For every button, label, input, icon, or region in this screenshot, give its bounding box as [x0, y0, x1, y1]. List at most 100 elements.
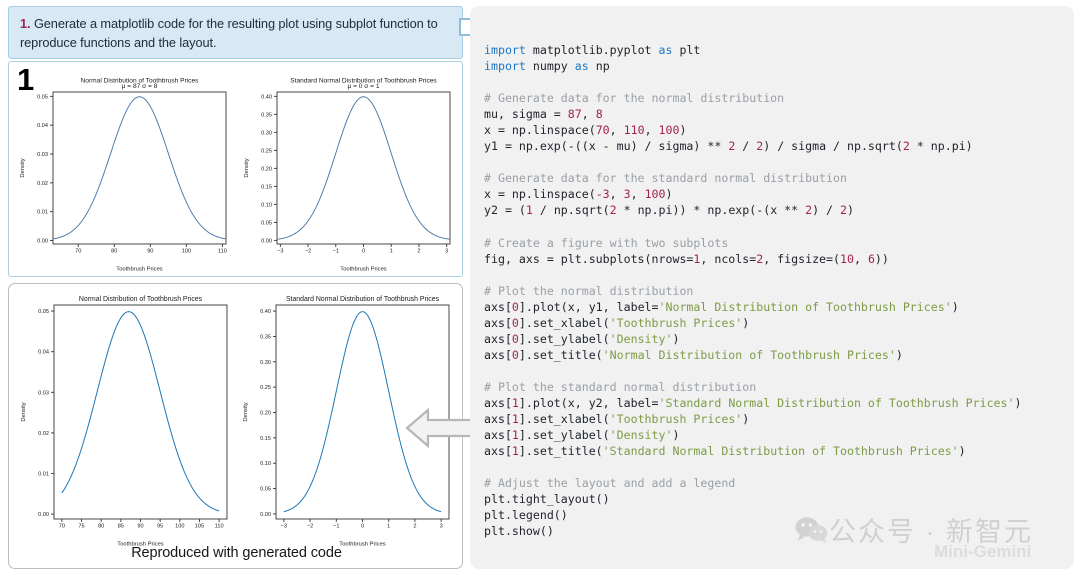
original-figure-panel: 1 70 80 90 100 110 0.00 0.01 0.02 0.03 0.04 0.05 To… [8, 61, 463, 277]
chart-text: 0.04 [38, 350, 49, 356]
chart-text: 110 [215, 524, 224, 530]
code-panel[interactable]: import matplotlib.pyplot as plt import nu… [470, 6, 1074, 569]
chart-frame [52, 91, 227, 245]
chart-text: 0.10 [261, 202, 272, 208]
chart-text: 100 [182, 249, 191, 255]
chart-text: 0.35 [260, 334, 271, 340]
code-line: import matplotlib.pyplot as plt [484, 43, 701, 57]
wechat-icon [795, 517, 828, 543]
code-line: plt.tight_layout() [484, 492, 610, 507]
chart-text: 0.35 [261, 112, 272, 118]
chart-text: 3 [440, 524, 443, 530]
chart-text: 0.03 [38, 390, 49, 396]
code-line: axs[1].set_xlabel('Toothbrush Prices') [484, 412, 750, 427]
prompt-box: 1. Generate a matplotlib code for the re… [8, 6, 463, 59]
chart-text: 0.40 [261, 94, 272, 100]
code-line: axs[1].plot(x, y2, label='Standard Norma… [484, 396, 1022, 411]
chart-text: 1 [387, 524, 390, 530]
code-line: # Generate data for the standard normal … [484, 171, 847, 186]
chart-text: 0.05 [260, 487, 271, 493]
chart-text: 90 [147, 249, 153, 255]
chart-text: 70 [75, 249, 81, 255]
code-line: x = np.linspace(-3, 3, 100) [484, 187, 673, 202]
chart-text: 80 [111, 249, 117, 255]
chart-text: 0.05 [261, 220, 272, 226]
code-line: # Plot the standard normal distribution [484, 379, 757, 394]
chart-text: −2 [307, 524, 313, 530]
code-line: fig, axs = plt.subplots(nrows=1, ncols=2… [484, 251, 889, 266]
code-line: x = np.linspace(70, 110, 100) [484, 123, 687, 138]
chart-text: 1 [390, 249, 393, 255]
reproduced-figure-panel: 70 75 80 85 90 95 100 105 110 0.00 0.01 0.02 0.03 0.0… [8, 283, 463, 569]
prompt-body: Generate a matplotlib code for the resul… [20, 16, 438, 50]
code-line: y1 = np.exp(-((x - mu) / sigma) ** 2 / 2… [484, 139, 973, 154]
chart-text: Normal Distribution of Toothbrush Prices [79, 296, 203, 303]
chart-text: −3 [277, 249, 283, 255]
code-line: axs[0].plot(x, y1, label='Normal Distrib… [484, 299, 959, 314]
chart-text: Toothbrush Prices [340, 267, 386, 273]
code-line: import numpy as np [484, 59, 610, 74]
chart-text: 0 [361, 524, 364, 530]
chart-text: Toothbrush Prices [116, 267, 162, 273]
chart-text: 0.30 [260, 360, 271, 366]
chart-text: −2 [305, 249, 311, 255]
chart-text: 2 [417, 249, 420, 255]
chart-text: 0.00 [38, 512, 49, 518]
code-line: axs[1].set_ylabel('Density') [484, 428, 680, 443]
watermark-sub-text: Mini-Gemini [934, 542, 1032, 561]
chart-svg: −3 −2 −1 0 1 2 3 0.00 0.05 0.10 0.15 0.20 0.25 0.30 0.… [244, 77, 451, 273]
example-column: 1. Generate a matplotlib code for the re… [8, 6, 463, 569]
chart-text: μ = 0 σ = 1 [347, 83, 379, 90]
chart-text: 0.15 [261, 184, 272, 190]
chart-text: 0.25 [260, 385, 271, 391]
chart-text: 85 [118, 524, 124, 530]
chart-text: 0.00 [261, 238, 272, 244]
chart-original-standard: −3 −2 −1 0 1 2 3 0.00 0.05 0.10 0.15 0.20 0.25 0.30 0.… [237, 68, 459, 273]
chart-text: 0.40 [260, 309, 271, 315]
chart-text: 75 [78, 524, 84, 530]
code-line: mu, sigma = 87, 8 [484, 107, 603, 122]
chart-text: −1 [333, 249, 339, 255]
prompt-number: 1. [20, 16, 31, 31]
chart-text: 0.04 [37, 123, 48, 129]
chart-text: 0.20 [260, 410, 271, 416]
chart-original-normal: 70 80 90 100 110 0.00 0.01 0.02 0.03 0.04 0.05 Toot… [13, 68, 235, 272]
chart-text: Density [21, 402, 27, 421]
chart-svg: 70 80 90 100 110 0.00 0.01 0.02 0.03 0.04 0.05 Toot… [20, 77, 227, 273]
chart-text: 0.01 [37, 210, 48, 216]
chart-text: −3 [281, 524, 287, 530]
chart-text: 100 [175, 524, 184, 530]
chart-text: 0.20 [261, 166, 272, 172]
chart-frame [276, 91, 451, 245]
chart-svg: 70 75 80 85 90 95 100 105 110 0.00 0.01 0.02 0.03 0.0… [21, 296, 228, 548]
code-line: # Adjust the layout and add a legend [484, 476, 736, 491]
code-line: axs[0].set_title('Normal Distribution of… [484, 347, 903, 362]
chart-text: 105 [195, 524, 204, 530]
code-line: axs[1].set_title('Standard Normal Distri… [484, 444, 966, 459]
chart-text: 0.05 [37, 94, 48, 100]
code-line: axs[0].set_ylabel('Density') [484, 331, 680, 346]
chart-text: 0.30 [261, 130, 272, 136]
chart-text: 70 [59, 524, 65, 530]
chart-text: 3 [445, 249, 448, 255]
chart-text: μ = 87 σ = 8 [122, 83, 158, 90]
reproduced-caption: Reproduced with generated code [131, 545, 342, 561]
chart-text: Density [243, 402, 249, 421]
screenshot-root: 1. Generate a matplotlib code for the re… [0, 0, 1080, 575]
chart-text: 0.00 [37, 238, 48, 244]
chart-text: 0.15 [260, 436, 271, 442]
code-line: # Generate data for the normal distribut… [484, 91, 785, 106]
chart-text: 0.10 [260, 461, 271, 467]
chart-text: 0.00 [260, 512, 271, 518]
chart-text: 0.01 [38, 471, 49, 477]
chart-text: 2 [413, 524, 416, 530]
code-line: # Plot the normal distribution [484, 283, 694, 298]
chart-text: 0.02 [38, 431, 49, 437]
chart-text: 0.02 [37, 181, 48, 187]
